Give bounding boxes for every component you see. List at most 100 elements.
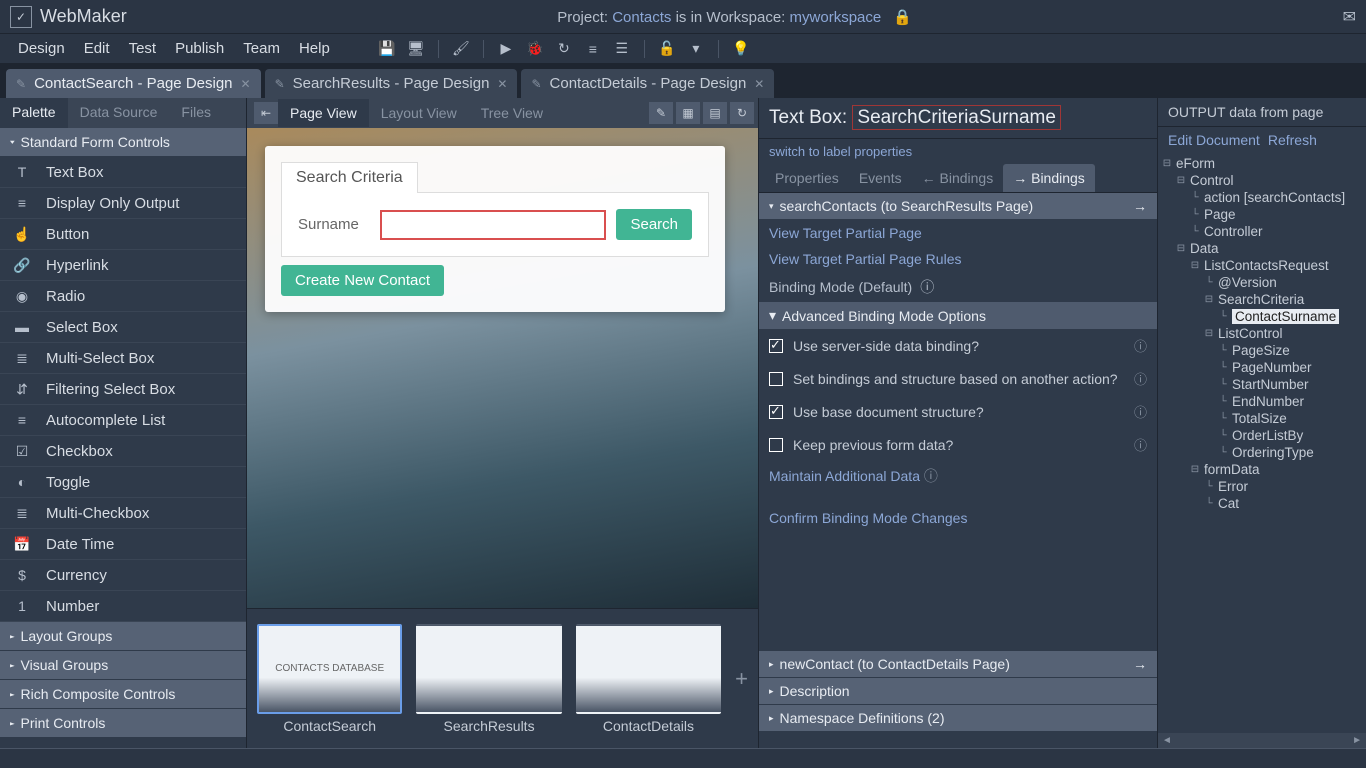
tab-files[interactable]: Files <box>169 98 223 128</box>
view-target-page-link[interactable]: View Target Partial Page <box>759 220 1157 246</box>
unlock-icon[interactable]: 🔓 <box>657 39 677 59</box>
binding-option[interactable]: Keep previous form data?ⓘ <box>759 428 1157 461</box>
palette-item[interactable]: ▬Select Box <box>0 312 246 343</box>
surname-input[interactable] <box>380 210 606 240</box>
add-page-button[interactable]: + <box>735 666 748 692</box>
tab-bindings-out[interactable]: → Bindings <box>1003 164 1095 192</box>
menu-design[interactable]: Design <box>10 37 73 60</box>
palette-item[interactable]: ◉Radio <box>0 281 246 312</box>
palette-item[interactable]: 🔗Hyperlink <box>0 250 246 281</box>
tree-node[interactable]: └Page <box>1162 206 1366 223</box>
menu-test[interactable]: Test <box>121 37 165 60</box>
stack-icon[interactable]: ≡ <box>583 39 603 59</box>
tree-node[interactable]: └OrderingType <box>1162 444 1366 461</box>
tree-node[interactable]: └ContactSurname <box>1162 308 1366 325</box>
info-icon[interactable]: ⓘ <box>1134 402 1147 421</box>
checkbox[interactable] <box>769 438 783 452</box>
workspace-link[interactable]: myworkspace <box>790 9 882 26</box>
tree-node[interactable]: ⊟SearchCriteria <box>1162 291 1366 308</box>
doc-tab-searchresults[interactable]: ✎SearchResults - Page Design✕ <box>265 69 518 98</box>
maintain-data-link[interactable]: Maintain Additional Data ⓘ <box>759 461 1157 491</box>
create-contact-button[interactable]: Create New Contact <box>281 265 444 296</box>
tree-node[interactable]: ⊟ListControl <box>1162 325 1366 342</box>
info-icon[interactable]: ⓘ <box>1134 435 1147 454</box>
tree-node[interactable]: ⊟formData <box>1162 461 1366 478</box>
binding-option[interactable]: Use server-side data binding?ⓘ <box>759 329 1157 362</box>
tab-bindings-in[interactable]: ← Bindings <box>912 164 1004 192</box>
close-icon[interactable]: ✕ <box>241 77 251 91</box>
tree-toggle-icon[interactable]: ⊟ <box>1176 175 1186 186</box>
edit-document-link[interactable]: Edit Document <box>1168 132 1260 148</box>
info-icon[interactable]: ⓘ <box>920 277 934 297</box>
bulb-icon[interactable]: 💡 <box>731 39 751 59</box>
info-icon[interactable]: ⓘ <box>924 468 938 484</box>
edit-toggle-icon[interactable]: ✎ <box>649 102 673 124</box>
view-target-rules-link[interactable]: View Target Partial Page Rules <box>759 246 1157 272</box>
output-tree[interactable]: ⊟eForm⊟Control└action [searchContacts]└P… <box>1158 153 1366 733</box>
palette-group-header[interactable]: ▸Visual Groups <box>0 651 246 680</box>
palette-item[interactable]: ≣Multi-Select Box <box>0 343 246 374</box>
page-thumb[interactable]: ContactDetails <box>576 624 721 734</box>
mail-icon[interactable]: ✉ <box>1343 7 1356 27</box>
tab-properties[interactable]: Properties <box>765 164 849 192</box>
server-icon[interactable]: ☰ <box>612 39 632 59</box>
palette-item[interactable]: ☑Checkbox <box>0 436 246 467</box>
brush-icon[interactable]: 🖌 <box>451 39 471 59</box>
project-link[interactable]: Contacts <box>612 9 671 26</box>
reload-icon[interactable]: ↻ <box>730 102 754 124</box>
close-icon[interactable]: ✕ <box>754 77 764 91</box>
save-icon[interactable]: 💾 <box>377 39 397 59</box>
palette-item[interactable]: ≡Display Only Output <box>0 188 246 219</box>
tab-layout-view[interactable]: Layout View <box>369 99 469 127</box>
tree-node[interactable]: └Cat <box>1162 495 1366 512</box>
palette-item[interactable]: ⇵Filtering Select Box <box>0 374 246 405</box>
tree-node[interactable]: └Error <box>1162 478 1366 495</box>
palette-item[interactable]: TText Box <box>0 157 246 188</box>
tab-events[interactable]: Events <box>849 164 912 192</box>
palette-item[interactable]: ≡Autocomplete List <box>0 405 246 436</box>
tree-node[interactable]: └TotalSize <box>1162 410 1366 427</box>
advanced-binding-header[interactable]: ▾Advanced Binding Mode Options <box>759 302 1157 329</box>
horizontal-scrollbar[interactable]: ◄► <box>1158 733 1366 748</box>
binding-option[interactable]: Set bindings and structure based on anot… <box>759 362 1157 395</box>
checkbox[interactable] <box>769 372 783 386</box>
doc-tab-contactsearch[interactable]: ✎ContactSearch - Page Design✕ <box>6 69 261 98</box>
tree-toggle-icon[interactable]: ⊟ <box>1204 328 1214 339</box>
tab-tree-view[interactable]: Tree View <box>469 99 555 127</box>
tree-node[interactable]: └PageSize <box>1162 342 1366 359</box>
menu-publish[interactable]: Publish <box>167 37 232 60</box>
refresh-link[interactable]: Refresh <box>1268 132 1317 148</box>
grid-icon[interactable]: ▦ <box>676 102 700 124</box>
palette-group-header[interactable]: ▾Standard Form Controls <box>0 128 246 157</box>
page-thumb[interactable]: SearchResults <box>416 624 561 734</box>
tab-data-source[interactable]: Data Source <box>68 98 170 128</box>
info-icon[interactable]: ⓘ <box>1134 369 1147 388</box>
checkbox[interactable] <box>769 339 783 353</box>
palette-item[interactable]: 📅Date Time <box>0 529 246 560</box>
tree-toggle-icon[interactable]: ⊟ <box>1176 243 1186 254</box>
palette-group-header[interactable]: ▸Rich Composite Controls <box>0 680 246 709</box>
tree-toggle-icon[interactable]: ⊟ <box>1190 260 1200 271</box>
palette-item[interactable]: ☝Button <box>0 219 246 250</box>
tab-page-view[interactable]: Page View <box>278 99 369 127</box>
tab-palette[interactable]: Palette <box>0 98 68 128</box>
tree-node[interactable]: └StartNumber <box>1162 376 1366 393</box>
tree-node[interactable]: ⊟eForm <box>1162 155 1366 172</box>
description-section[interactable]: ▸Description <box>759 678 1157 705</box>
palette-item[interactable]: 1Number <box>0 591 246 622</box>
switch-label-link[interactable]: switch to label properties <box>759 139 1157 164</box>
menu-help[interactable]: Help <box>291 37 338 60</box>
confirm-binding-link[interactable]: Confirm Binding Mode Changes <box>759 505 1157 531</box>
desktop-icon[interactable]: 🖥 <box>406 39 426 59</box>
menu-edit[interactable]: Edit <box>76 37 118 60</box>
chevron-down-icon[interactable]: ▾ <box>686 39 706 59</box>
binding-section-newcontact[interactable]: ▸newContact (to ContactDetails Page)→ <box>759 651 1157 678</box>
tree-node[interactable]: └EndNumber <box>1162 393 1366 410</box>
info-icon[interactable]: ⓘ <box>1134 336 1147 355</box>
tree-toggle-icon[interactable]: ⊟ <box>1204 294 1214 305</box>
play-icon[interactable]: ▶ <box>496 39 516 59</box>
refresh-icon[interactable]: ↻ <box>554 39 574 59</box>
collapse-left-icon[interactable]: ⇤ <box>254 102 278 124</box>
palette-item[interactable]: ◐Toggle <box>0 467 246 498</box>
checkbox[interactable] <box>769 405 783 419</box>
